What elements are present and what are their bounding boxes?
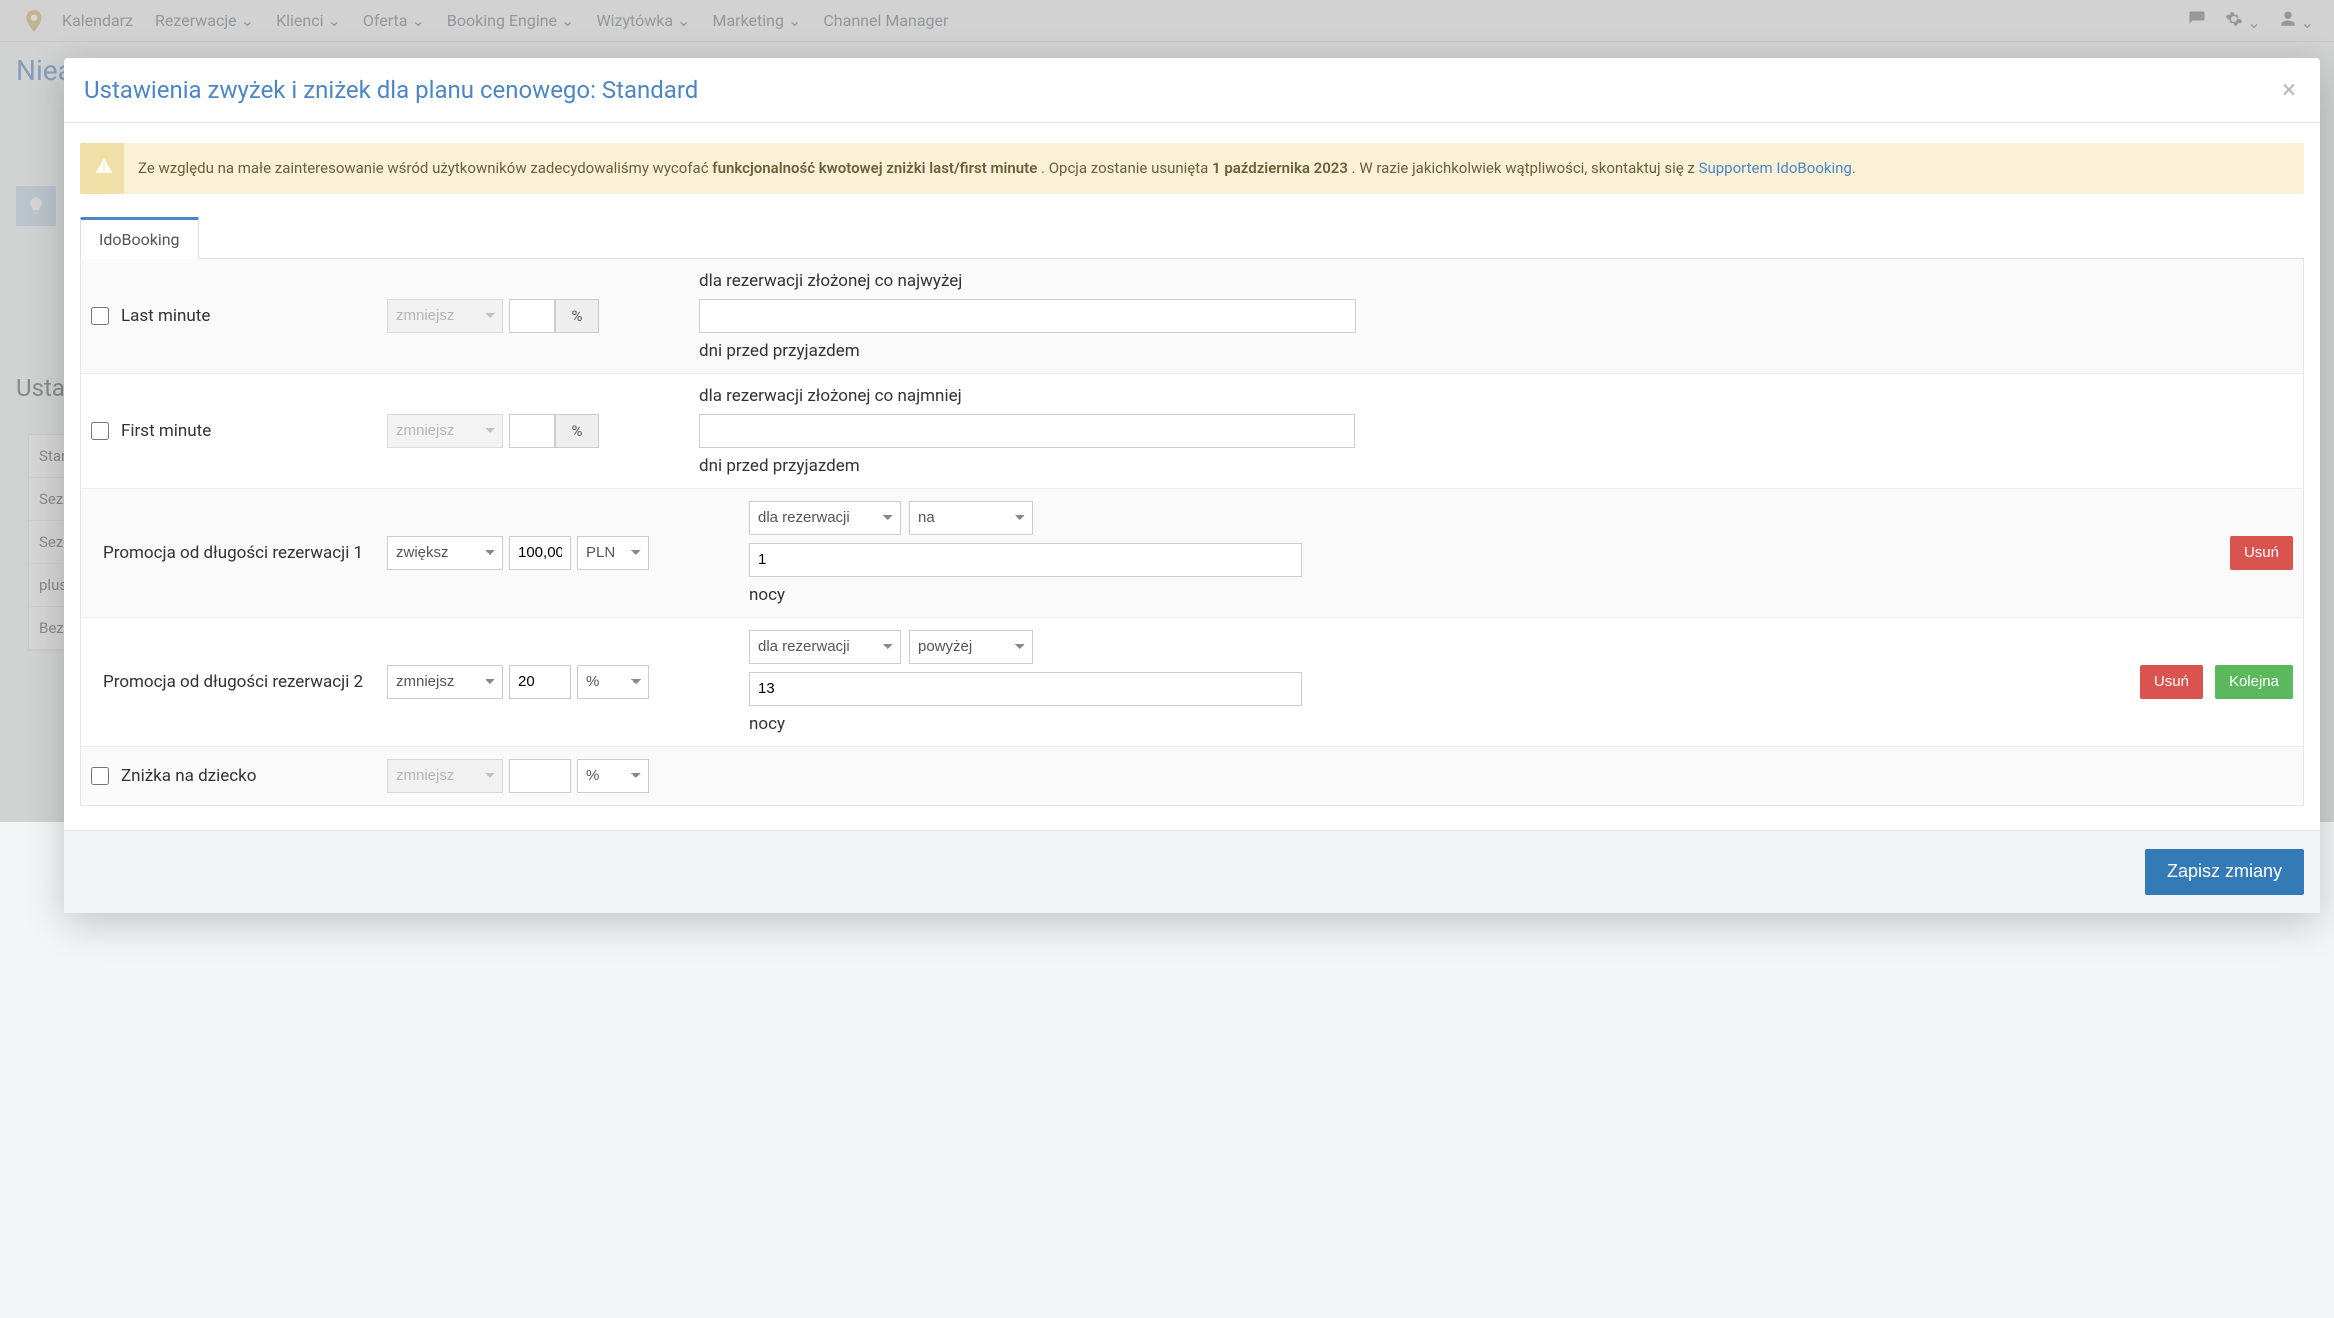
tab-idobooking[interactable]: IdoBooking: [80, 217, 199, 259]
promo1-delete-button[interactable]: Usuń: [2230, 536, 2293, 570]
first-minute-checkbox[interactable]: [91, 422, 109, 440]
alert-text: . W razie jakichkolwiek wątpliwości, sko…: [1352, 159, 1699, 177]
first-minute-unit: %: [555, 414, 599, 448]
promo1-cond-select[interactable]: na: [909, 501, 1033, 535]
first-minute-desc: dla rezerwacji złożonej co najmniej: [699, 386, 962, 406]
warning-icon: [95, 157, 113, 182]
modal-title: Ustawienia zwyżek i zniżek dla planu cen…: [84, 76, 698, 104]
first-minute-op-select: zmniejsz: [387, 414, 503, 448]
promo2-unit-select[interactable]: %: [577, 665, 649, 699]
promo2-delete-button[interactable]: Usuń: [2140, 665, 2203, 699]
promo2-op-select[interactable]: zmniejsz: [387, 665, 503, 699]
last-minute-op-select: zmniejsz: [387, 299, 503, 333]
last-minute-checkbox[interactable]: [91, 307, 109, 325]
alert-text: . Opcja zostanie usunięta: [1041, 159, 1212, 177]
promo1-label: Promocja od długości rezerwacji 1: [103, 543, 363, 563]
alert-bold: 1 października 2023: [1212, 159, 1348, 177]
promo1-scope-select[interactable]: dla rezerwacji: [749, 501, 901, 535]
last-minute-label: Last minute: [121, 306, 210, 326]
promo1-unit-select[interactable]: PLN: [577, 536, 649, 570]
last-minute-desc: dla rezerwacji złożonej co najwyżej: [699, 271, 962, 291]
promo2-label: Promocja od długości rezerwacji 2: [103, 672, 363, 692]
promo2-scope-select[interactable]: dla rezerwacji: [749, 630, 901, 664]
alert-text: .: [1852, 159, 1856, 177]
promo2-cond-select[interactable]: powyżej: [909, 630, 1033, 664]
warning-alert: Ze względu na małe zainteresowanie wśród…: [80, 143, 2304, 194]
save-button[interactable]: Zapisz zmiany: [2145, 849, 2304, 895]
promo2-value-input[interactable]: [509, 665, 571, 699]
last-minute-unit: %: [555, 299, 599, 333]
child-discount-value-input[interactable]: [509, 759, 571, 793]
first-minute-value-input: [509, 414, 555, 448]
first-minute-days-input: [699, 414, 1355, 448]
first-minute-label: First minute: [121, 421, 211, 441]
first-minute-desc2: dni przed przyjazdem: [699, 456, 860, 476]
last-minute-desc2: dni przed przyjazdem: [699, 341, 860, 361]
promo2-next-button[interactable]: Kolejna: [2215, 665, 2293, 699]
child-discount-checkbox[interactable]: [91, 767, 109, 785]
promo1-value-input[interactable]: [509, 536, 571, 570]
child-discount-unit-select[interactable]: %: [577, 759, 649, 793]
promo2-nights-input[interactable]: [749, 672, 1302, 706]
last-minute-value-input: [509, 299, 555, 333]
promo1-nights-input[interactable]: [749, 543, 1302, 577]
promo2-nights-label: nocy: [749, 714, 785, 734]
promo1-nights-label: nocy: [749, 585, 785, 605]
child-discount-op-select: zmniejsz: [387, 759, 503, 793]
support-link[interactable]: Supportem IdoBooking: [1699, 159, 1852, 177]
alert-text: Ze względu na małe zainteresowanie wśród…: [138, 159, 712, 177]
config-table: Last minute zmniejsz % dla rezerwacji zł…: [80, 259, 2304, 806]
alert-bold: funkcjonalność kwotowej zniżki last/firs…: [712, 159, 1037, 177]
modal-dialog: Ustawienia zwyżek i zniżek dla planu cen…: [64, 58, 2320, 913]
last-minute-days-input: [699, 299, 1356, 333]
promo1-op-select[interactable]: zwiększ: [387, 536, 503, 570]
close-icon[interactable]: ×: [2282, 77, 2296, 103]
child-discount-label: Zniżka na dziecko: [121, 766, 256, 786]
